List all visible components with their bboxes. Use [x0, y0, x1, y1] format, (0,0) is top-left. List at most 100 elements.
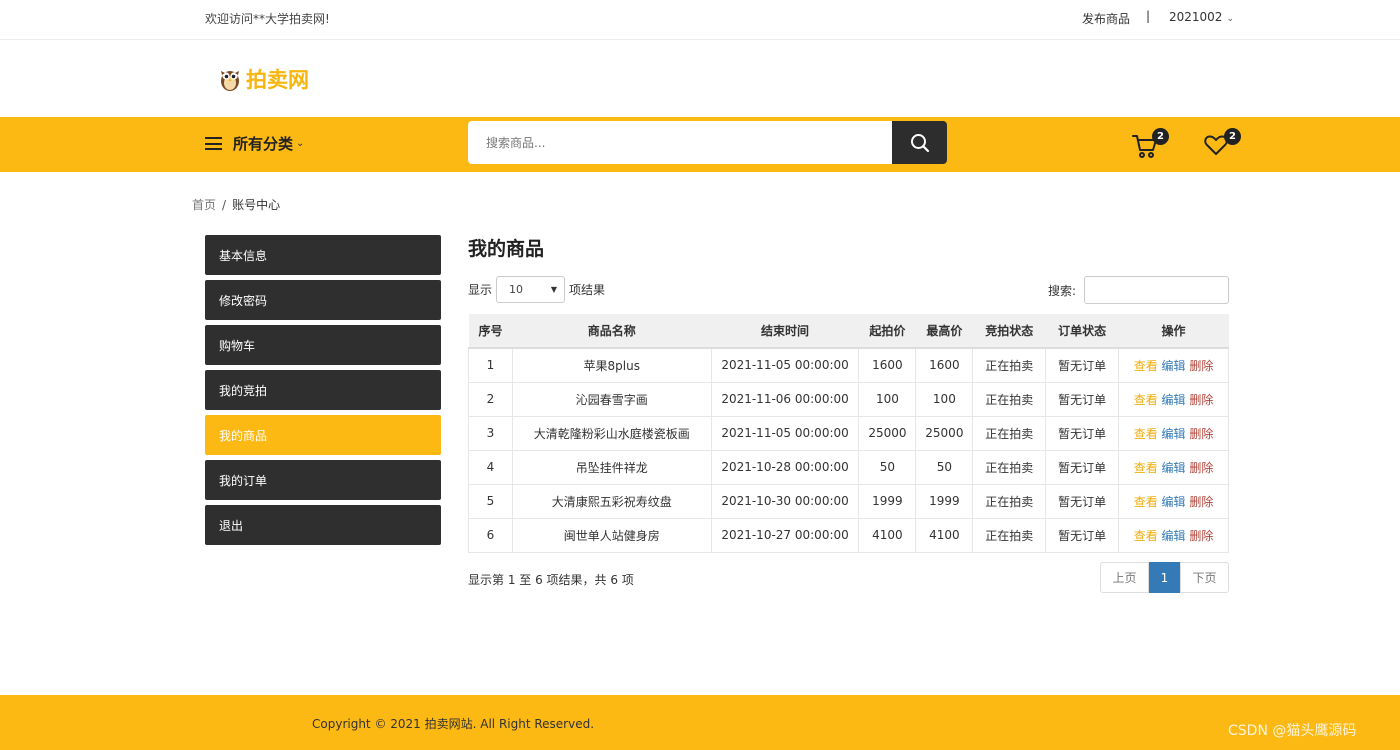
user-menu[interactable]: 2021002 ⌄ — [1169, 10, 1234, 24]
cell-order-status: 暂无订单 — [1045, 381, 1120, 417]
table-search-input[interactable] — [1084, 276, 1229, 304]
edit-link[interactable]: 编辑 — [1162, 529, 1186, 543]
col-header-auction-status[interactable]: 竞拍状态 — [972, 314, 1046, 349]
cell-actions: 查看 编辑 删除 — [1118, 381, 1229, 417]
prev-page-button[interactable]: 上页 — [1100, 562, 1149, 593]
cell-start-price: 100 — [858, 381, 917, 417]
table-row: 4 吊坠挂件祥龙 2021-10-28 00:00:00 50 50 正在拍卖 … — [468, 449, 1229, 485]
cell-max-price: 1999 — [915, 483, 974, 519]
cell-goods-name[interactable]: 闽世单人站健身房 — [511, 517, 712, 553]
page-title: 我的商品 — [468, 238, 545, 260]
cell-no: 4 — [468, 449, 513, 485]
view-link[interactable]: 查看 — [1134, 393, 1158, 407]
view-link[interactable]: 查看 — [1134, 495, 1158, 509]
cell-goods-name[interactable]: 苹果8plus — [511, 347, 712, 383]
cell-max-price: 25000 — [915, 415, 974, 451]
favorites-button[interactable]: 2 — [1203, 128, 1243, 160]
col-header-start-price[interactable]: 起拍价 — [858, 314, 916, 349]
cell-max-price: 100 — [915, 381, 974, 417]
cell-auction-status: 正在拍卖 — [972, 483, 1047, 519]
view-link[interactable]: 查看 — [1134, 427, 1158, 441]
page-size-control: 显示 10 ▼ 项结果 — [468, 276, 605, 303]
delete-link[interactable]: 删除 — [1189, 529, 1213, 543]
pagination-info: 显示第 1 至 6 项结果，共 6 项 — [468, 573, 634, 587]
table-header-row: 序号 商品名称 结束时间 起拍价 最高价 竞拍状态 订单状态 操作 — [468, 314, 1229, 349]
all-categories-menu[interactable]: 所有分类 ⌄ — [205, 133, 304, 154]
top-bar: 欢迎访问**大学拍卖网! 发布商品 | 2021002 ⌄ — [0, 0, 1400, 40]
cart-button[interactable]: 2 — [1131, 128, 1171, 160]
edit-link[interactable]: 编辑 — [1162, 393, 1186, 407]
show-prefix-label: 显示 — [468, 283, 493, 297]
edit-link[interactable]: 编辑 — [1162, 427, 1186, 441]
copyright-text: Copyright © 2021 拍卖网站. All Right Reserve… — [312, 717, 595, 731]
breadcrumb-divider: / — [222, 198, 227, 212]
account-sidebar: 基本信息 修改密码 购物车 我的竞拍 我的商品 我的订单 退出 — [205, 235, 441, 550]
cell-goods-name[interactable]: 沁园春雪字画 — [511, 381, 712, 417]
delete-link[interactable]: 删除 — [1189, 359, 1213, 373]
view-link[interactable]: 查看 — [1134, 529, 1158, 543]
sidebar-item-basic-info[interactable]: 基本信息 — [205, 235, 441, 275]
edit-link[interactable]: 编辑 — [1162, 359, 1186, 373]
publish-item-link[interactable]: 发布商品 — [1082, 10, 1130, 27]
goods-table: 序号 商品名称 结束时间 起拍价 最高价 竞拍状态 订单状态 操作 1 苹果8p… — [468, 314, 1229, 553]
table-row: 6 闽世单人站健身房 2021-10-27 00:00:00 4100 4100… — [468, 517, 1229, 553]
pagination: 上页 1 下页 — [1100, 562, 1229, 593]
cell-end-time: 2021-10-28 00:00:00 — [710, 449, 860, 485]
breadcrumb-home-link[interactable]: 首页 — [192, 198, 216, 212]
sidebar-item-my-goods[interactable]: 我的商品 — [205, 415, 441, 455]
product-search-input[interactable] — [468, 121, 892, 164]
delete-link[interactable]: 删除 — [1189, 393, 1213, 407]
sidebar-item-cart[interactable]: 购物车 — [205, 325, 441, 365]
cell-actions: 查看 编辑 删除 — [1118, 347, 1229, 383]
cell-actions: 查看 编辑 删除 — [1118, 517, 1229, 553]
cell-order-status: 暂无订单 — [1045, 415, 1120, 451]
cell-end-time: 2021-10-27 00:00:00 — [710, 517, 860, 553]
cell-start-price: 1600 — [858, 347, 917, 383]
page-number-button[interactable]: 1 — [1149, 562, 1180, 593]
cell-start-price: 50 — [858, 449, 917, 485]
col-header-name[interactable]: 商品名称 — [512, 314, 712, 349]
search-button[interactable] — [892, 121, 947, 164]
cell-goods-name[interactable]: 大清康熙五彩祝寿纹盘 — [511, 483, 712, 519]
col-header-end-time[interactable]: 结束时间 — [711, 314, 859, 349]
col-header-order-status[interactable]: 订单状态 — [1045, 314, 1119, 349]
table-row: 1 苹果8plus 2021-11-05 00:00:00 1600 1600 … — [468, 347, 1229, 383]
page-size-select[interactable]: 10 ▼ — [496, 276, 566, 303]
delete-link[interactable]: 删除 — [1189, 427, 1213, 441]
cell-no: 2 — [468, 381, 513, 417]
delete-link[interactable]: 删除 — [1189, 495, 1213, 509]
col-header-max-price[interactable]: 最高价 — [915, 314, 973, 349]
col-header-no[interactable]: 序号 — [468, 314, 513, 349]
cell-no: 5 — [468, 483, 513, 519]
cell-goods-name[interactable]: 吊坠挂件祥龙 — [511, 449, 712, 485]
sidebar-item-my-orders[interactable]: 我的订单 — [205, 460, 441, 500]
cell-order-status: 暂无订单 — [1045, 347, 1120, 383]
logo-text: 拍卖网 — [246, 68, 309, 92]
table-row: 2 沁园春雪字画 2021-11-06 00:00:00 100 100 正在拍… — [468, 381, 1229, 417]
cell-auction-status: 正在拍卖 — [972, 381, 1047, 417]
cell-auction-status: 正在拍卖 — [972, 517, 1047, 553]
view-link[interactable]: 查看 — [1134, 359, 1158, 373]
chevron-down-icon: ⌄ — [1226, 14, 1234, 24]
cell-end-time: 2021-11-06 00:00:00 — [710, 381, 860, 417]
next-page-button[interactable]: 下页 — [1180, 562, 1229, 593]
cell-end-time: 2021-10-30 00:00:00 — [710, 483, 860, 519]
site-logo[interactable]: 拍卖网 — [218, 64, 309, 94]
edit-link[interactable]: 编辑 — [1162, 461, 1186, 475]
show-suffix-label: 项结果 — [569, 283, 606, 297]
delete-link[interactable]: 删除 — [1189, 461, 1213, 475]
cell-goods-name[interactable]: 大清乾隆粉彩山水庭楼瓷板画 — [511, 415, 712, 451]
cell-actions: 查看 编辑 删除 — [1118, 449, 1229, 485]
edit-link[interactable]: 编辑 — [1162, 495, 1186, 509]
site-footer: Copyright © 2021 拍卖网站. All Right Reserve… — [0, 695, 1400, 750]
sidebar-item-logout[interactable]: 退出 — [205, 505, 441, 545]
view-link[interactable]: 查看 — [1134, 461, 1158, 475]
sidebar-item-my-bids[interactable]: 我的竞拍 — [205, 370, 441, 410]
cell-actions: 查看 编辑 删除 — [1118, 415, 1229, 451]
table-row: 3 大清乾隆粉彩山水庭楼瓷板画 2021-11-05 00:00:00 2500… — [468, 415, 1229, 451]
breadcrumb-current: 账号中心 — [232, 198, 281, 212]
cell-auction-status: 正在拍卖 — [972, 415, 1047, 451]
sidebar-item-change-password[interactable]: 修改密码 — [205, 280, 441, 320]
page-size-value: 10 — [509, 283, 524, 296]
main-nav-bar: 所有分类 ⌄ 2 2 — [0, 117, 1400, 172]
